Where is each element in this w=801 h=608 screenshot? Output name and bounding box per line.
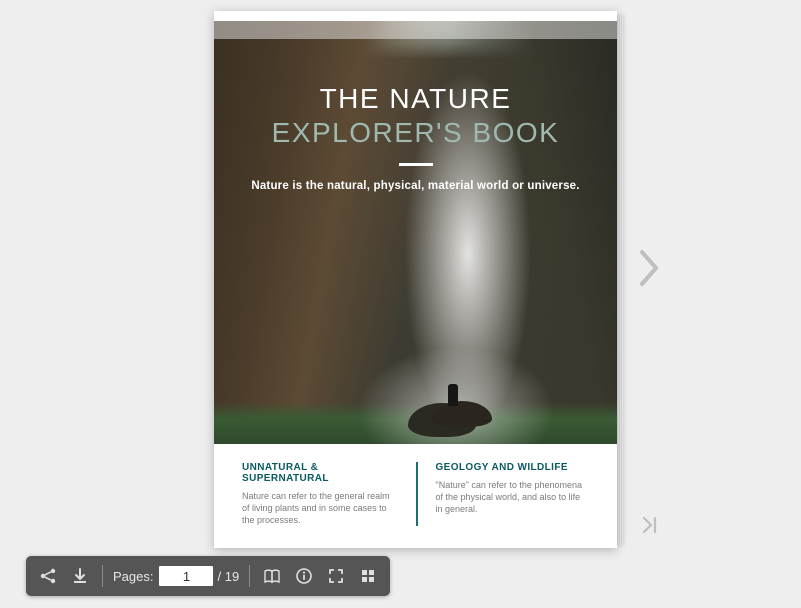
thumbnail-grid-button[interactable]	[356, 564, 380, 588]
grid-icon	[359, 567, 377, 585]
download-icon	[71, 567, 89, 585]
book-open-icon	[263, 567, 281, 585]
book-view-button[interactable]	[260, 564, 284, 588]
page-total: / 19	[217, 569, 239, 584]
cover-column-body: Nature can refer to the general realm of…	[242, 490, 398, 526]
last-page-button[interactable]	[642, 516, 658, 539]
reader-stage: THE NATURE EXPLORER'S BOOK Nature is the…	[0, 0, 801, 608]
cover-column-heading: UNNATURAL & SUPERNATURAL	[242, 462, 398, 484]
cover-hero: THE NATURE EXPLORER'S BOOK Nature is the…	[214, 21, 617, 444]
last-page-icon	[642, 516, 658, 534]
pages-label: Pages:	[113, 569, 153, 584]
info-icon	[295, 567, 313, 585]
hero-top-strip	[214, 21, 617, 39]
fullscreen-button[interactable]	[324, 564, 348, 588]
reader-toolbar: Pages: / 19	[26, 556, 390, 596]
cover-title-line2: EXPLORER'S BOOK	[214, 117, 617, 149]
person-silhouette	[448, 384, 458, 406]
download-button[interactable]	[68, 564, 92, 588]
next-page-button[interactable]	[638, 248, 662, 293]
toolbar-separator	[249, 565, 250, 587]
cover-divider	[399, 163, 433, 166]
cover-title-line1: THE NATURE	[214, 83, 617, 115]
cover-column-heading: GEOLOGY AND WILDLIFE	[436, 462, 590, 473]
chevron-right-icon	[638, 248, 662, 288]
book-cover: THE NATURE EXPLORER'S BOOK Nature is the…	[214, 11, 617, 548]
cover-column-left: UNNATURAL & SUPERNATURAL Nature can refe…	[242, 462, 416, 526]
share-button[interactable]	[36, 564, 60, 588]
cover-column-body: "Nature" can refer to the phenomena of t…	[436, 479, 590, 515]
toolbar-separator	[102, 565, 103, 587]
cover-column-right: GEOLOGY AND WILDLIFE "Nature" can refer …	[416, 462, 590, 526]
info-button[interactable]	[292, 564, 316, 588]
cover-heading-block: THE NATURE EXPLORER'S BOOK Nature is the…	[214, 83, 617, 192]
current-page-input[interactable]	[159, 566, 213, 586]
share-icon	[39, 567, 57, 585]
fullscreen-icon	[327, 567, 345, 585]
cover-columns: UNNATURAL & SUPERNATURAL Nature can refe…	[214, 444, 617, 548]
cover-subtitle: Nature is the natural, physical, materia…	[214, 180, 617, 192]
